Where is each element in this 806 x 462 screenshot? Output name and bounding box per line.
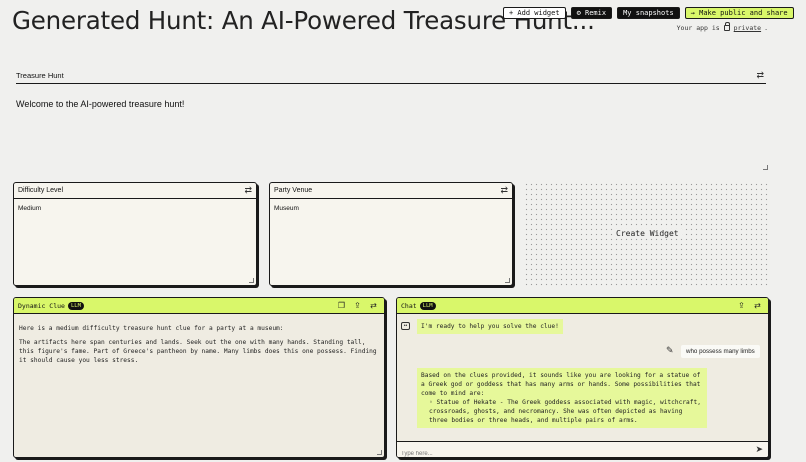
dynamic-clue-header: Dynamic Clue LLM ❐ ⇪ ⇄ [14, 298, 384, 314]
venue-card-header: Party Venue ⇄ [270, 183, 512, 199]
chat-input[interactable] [397, 447, 737, 457]
add-widget-button[interactable]: + Add widget [503, 7, 566, 19]
bot-reply-intro: Based on the clues provided, it sounds l… [421, 372, 701, 397]
llm-badge: LLM [67, 302, 84, 310]
settings-sliders-icon[interactable]: ⇄ [369, 301, 378, 310]
resize-handle[interactable] [505, 278, 510, 283]
treasure-hunt-title: Treasure Hunt [16, 71, 64, 80]
visibility-link[interactable]: private [734, 24, 761, 32]
settings-sliders-icon[interactable]: ⇄ [753, 301, 762, 310]
resize-handle[interactable] [249, 278, 254, 283]
difficulty-card-header: Difficulty Level ⇄ [14, 183, 256, 199]
create-widget-button[interactable]: Create Widget [613, 229, 682, 238]
treasure-hunt-welcome: Welcome to the AI-powered treasure hunt! [16, 99, 185, 109]
clue-intro: Here is a medium difficulty treasure hun… [19, 325, 284, 332]
treasure-hunt-header: Treasure Hunt ⇄ [16, 68, 766, 84]
resize-handle[interactable] [763, 165, 768, 170]
difficulty-title: Difficulty Level [18, 187, 64, 194]
chat-title-text: Chat [401, 302, 417, 310]
llm-badge: LLM [419, 302, 436, 310]
chat-messages[interactable]: •• I'm ready to help you solve the clue!… [397, 314, 768, 441]
dynamic-clue-panel: Dynamic Clue LLM ❐ ⇪ ⇄ Here is a medium … [13, 297, 385, 458]
clue-text: The artifacts here span centuries and la… [19, 339, 377, 364]
chat-input-bar: ➤ [397, 441, 768, 457]
top-toolbar: + Add widget ⚙ Remix My snapshots → Make… [503, 7, 794, 19]
chat-panel: Chat LLM ⇪ ⇄ •• I'm ready to help you so… [396, 297, 769, 458]
venue-title: Party Venue [274, 187, 313, 194]
share-button[interactable]: → Make public and share [684, 7, 794, 19]
settings-sliders-icon[interactable]: ⇄ [756, 70, 764, 81]
chat-title: Chat LLM [401, 302, 436, 310]
visibility-prefix: Your app is [676, 24, 720, 32]
settings-sliders-icon[interactable]: ⇄ [244, 185, 252, 196]
bot-reply: Based on the clues provided, it sounds l… [417, 368, 707, 428]
visibility-status: Your app is private. [676, 22, 768, 32]
difficulty-card: Difficulty Level ⇄ Medium [13, 182, 257, 286]
chat-header: Chat LLM ⇪ ⇄ [397, 298, 768, 314]
visibility-suffix: . [764, 24, 768, 32]
export-icon[interactable]: ⇪ [737, 301, 746, 310]
bot-reply-item-text: Statue of Hekate - The Greek goddess ass… [429, 399, 701, 424]
send-icon[interactable]: ➤ [755, 444, 763, 455]
dynamic-clue-title-text: Dynamic Clue [18, 302, 65, 310]
bot-reply-list: Statue of Hekate - The Greek goddess ass… [421, 398, 703, 425]
resize-handle[interactable] [377, 450, 382, 455]
clue-content: Here is a medium difficulty treasure hun… [14, 314, 384, 380]
dynamic-clue-title: Dynamic Clue LLM [18, 302, 84, 310]
venue-value[interactable]: Museum [270, 199, 512, 218]
copy-icon[interactable]: ❐ [337, 301, 346, 310]
bot-message: I'm ready to help you solve the clue! [417, 319, 563, 334]
settings-sliders-icon[interactable]: ⇄ [500, 185, 508, 196]
remix-button[interactable]: ⚙ Remix [570, 7, 613, 19]
difficulty-value[interactable]: Medium [14, 199, 256, 218]
my-snapshots-button[interactable]: My snapshots [617, 7, 680, 19]
bot-avatar-icon: •• [401, 322, 410, 330]
lock-icon [723, 22, 731, 31]
edit-icon[interactable]: ✎ [666, 345, 674, 356]
venue-card: Party Venue ⇄ Museum [269, 182, 513, 286]
export-icon[interactable]: ⇪ [353, 301, 362, 310]
bot-reply-item: Statue of Hekate - The Greek goddess ass… [429, 398, 703, 425]
user-message: who possess many limbs [681, 345, 760, 358]
